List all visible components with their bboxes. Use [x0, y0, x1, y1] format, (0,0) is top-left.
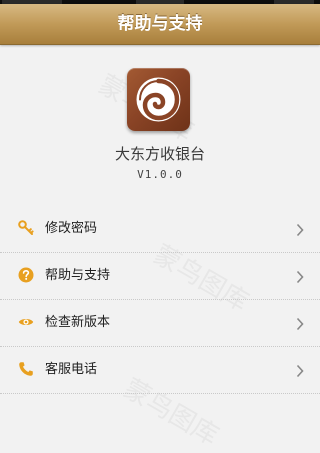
- menu-item-change-password[interactable]: 修改密码: [0, 206, 320, 253]
- phone-icon: [18, 361, 34, 377]
- menu-item-label: 修改密码: [45, 221, 98, 236]
- menu-item-label: 帮助与支持: [45, 268, 111, 283]
- question-icon: [18, 267, 34, 283]
- chevron-right-icon: [296, 269, 304, 284]
- settings-menu: 修改密码 帮助与支持 检查新版本 客服电话: [0, 206, 320, 394]
- menu-item-service-phone[interactable]: 客服电话: [0, 347, 320, 394]
- page-title: 帮助与支持: [117, 14, 203, 34]
- navigation-bar: 帮助与支持: [0, 4, 320, 45]
- chevron-right-icon: [296, 316, 304, 331]
- chevron-right-icon: [296, 363, 304, 378]
- app-name: 大东方收银台: [114, 145, 205, 163]
- chevron-right-icon: [296, 222, 304, 237]
- app-version: V1.0.0: [137, 168, 183, 181]
- menu-item-label: 客服电话: [45, 362, 98, 377]
- menu-item-help-support[interactable]: 帮助与支持: [0, 253, 320, 300]
- menu-item-label: 检查新版本: [45, 315, 111, 330]
- eye-icon: [18, 314, 34, 330]
- app-logo: [127, 68, 190, 131]
- swirl-logo-icon: [136, 77, 181, 122]
- key-icon: [18, 220, 34, 236]
- menu-item-check-update[interactable]: 检查新版本: [0, 300, 320, 347]
